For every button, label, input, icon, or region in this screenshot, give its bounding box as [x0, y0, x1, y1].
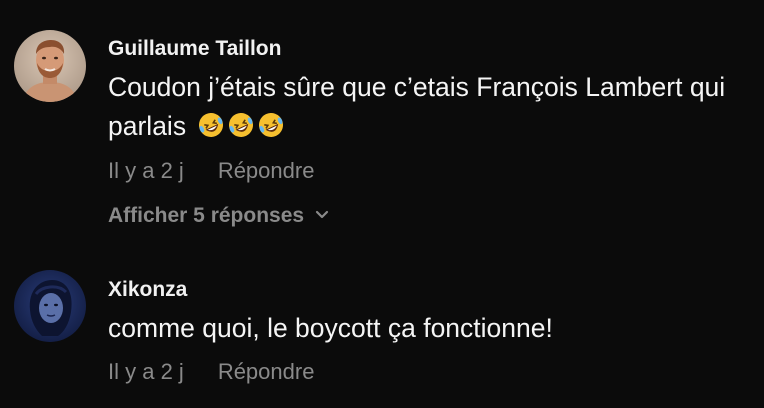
- comment-timestamp: Il y a 2 j: [108, 158, 184, 183]
- comment-text-content: comme quoi, le boycott ça fonctionne!: [108, 313, 553, 343]
- comment-meta: Il y a 2 j Répondre: [108, 158, 314, 184]
- comment-text: comme quoi, le boycott ça fonctionne!: [108, 309, 758, 348]
- comment-item: Guillaume Taillon Coudon j’étais sûre qu…: [0, 0, 764, 260]
- show-replies-label: Afficher 5 réponses: [108, 204, 305, 227]
- rolling-on-floor-laughing-emoji-icon: [229, 113, 254, 137]
- reply-button[interactable]: Répondre: [218, 158, 315, 184]
- comment-text: Coudon j’étais sûre que c’etais François…: [108, 68, 758, 146]
- comment-timestamp: Il y a 2 j: [108, 359, 184, 384]
- comment-meta: Il y a 2 j Répondre: [108, 359, 314, 385]
- comment-username[interactable]: Xikonza: [108, 278, 187, 302]
- show-replies-button[interactable]: Afficher 5 réponses: [108, 204, 330, 228]
- emoji-group: [197, 111, 285, 139]
- comment-item: Xikonza comme quoi, le boycott ça foncti…: [0, 262, 764, 408]
- reply-button[interactable]: Répondre: [218, 359, 315, 385]
- avatar-woman-image: [14, 270, 86, 342]
- chevron-down-icon: [314, 204, 330, 228]
- comment-username[interactable]: Guillaume Taillon: [108, 37, 281, 61]
- rolling-on-floor-laughing-emoji-icon: [259, 113, 284, 137]
- rolling-on-floor-laughing-emoji-icon: [199, 113, 224, 137]
- avatar-man-image: [14, 30, 86, 102]
- avatar[interactable]: [14, 30, 86, 102]
- avatar[interactable]: [14, 270, 86, 342]
